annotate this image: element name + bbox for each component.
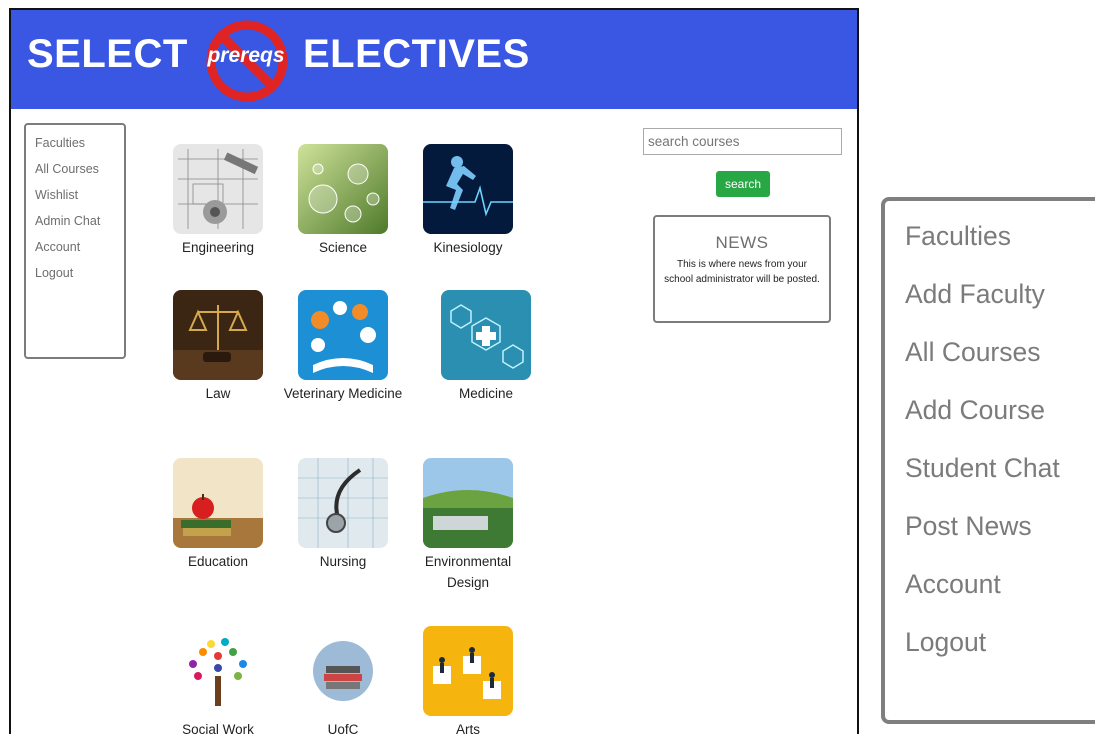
faculty-tile-environmental-design[interactable]: Environmental Design	[403, 458, 533, 593]
medical-hexagon-icon	[441, 290, 531, 380]
faculty-tile-science[interactable]: Science	[278, 144, 408, 258]
faculty-tile-social-work[interactable]: Social Work	[153, 626, 283, 734]
faculty-tile-kinesiology[interactable]: Kinesiology	[403, 144, 533, 258]
sidebar-item-all-courses[interactable]: All Courses	[26, 156, 124, 182]
faculty-tile-medicine[interactable]: Medicine	[421, 290, 551, 404]
stethoscope-icon	[298, 458, 388, 548]
news-title: NEWS	[715, 233, 769, 252]
admin-item-logout[interactable]: Logout	[885, 613, 1095, 671]
faculty-tile-education[interactable]: Education	[153, 458, 283, 572]
sidebar-item-faculties[interactable]: Faculties	[26, 130, 124, 156]
search-input[interactable]	[643, 128, 842, 155]
admin-item-all-courses[interactable]: All Courses	[885, 323, 1095, 381]
blueprint-icon	[173, 144, 263, 234]
sidebar-item-logout[interactable]: Logout	[26, 260, 124, 286]
faculty-label: UofC	[327, 722, 359, 734]
faculty-label: Education	[187, 554, 249, 569]
header-banner: SELECT prereqs ELECTIVES	[11, 10, 857, 109]
admin-item-student-chat[interactable]: Student Chat	[885, 439, 1095, 497]
banner-title-right: ELECTIVES	[303, 32, 530, 76]
faculty-tile-law[interactable]: Law	[153, 290, 283, 404]
faculty-label: Veterinary Medicine	[283, 386, 403, 401]
sidebar-item-admin-chat[interactable]: Admin Chat	[26, 208, 124, 234]
admin-item-add-faculty[interactable]: Add Faculty	[885, 265, 1095, 323]
sidebar-nav: Faculties All Courses Wishlist Admin Cha…	[24, 123, 126, 359]
faculty-label: Arts	[455, 722, 480, 734]
logo-word: prereqs	[207, 44, 285, 67]
admin-item-faculties[interactable]: Faculties	[885, 207, 1095, 265]
apple-books-icon	[173, 458, 263, 548]
admin-item-add-course[interactable]: Add Course	[885, 381, 1095, 439]
puzzle-people-icon	[423, 626, 513, 716]
book-stack-icon	[298, 626, 388, 716]
faculty-label: Nursing	[319, 554, 367, 569]
faculty-label: Environmental Design	[424, 554, 512, 590]
scales-icon	[173, 290, 263, 380]
faculty-label: Law	[205, 386, 231, 401]
admin-item-post-news[interactable]: Post News	[885, 497, 1095, 555]
banner-title-left: SELECT	[27, 32, 188, 76]
admin-item-account[interactable]: Account	[885, 555, 1095, 613]
faculty-label: Engineering	[181, 240, 255, 255]
runner-icon	[423, 144, 513, 234]
faculty-label: Social Work	[182, 722, 254, 734]
faculty-tile-nursing[interactable]: Nursing	[278, 458, 408, 572]
faculty-tile-engineering[interactable]: Engineering	[153, 144, 283, 258]
bubbles-icon	[298, 144, 388, 234]
faculty-tile-arts[interactable]: Arts	[403, 626, 533, 734]
faculty-tile-veterinary-medicine[interactable]: Veterinary Medicine	[278, 290, 408, 404]
faculty-label: Kinesiology	[433, 240, 503, 255]
admin-sidebar-nav: Faculties Add Faculty All Courses Add Co…	[881, 197, 1095, 724]
student-page: SELECT prereqs ELECTIVES Faculties All C…	[9, 8, 859, 734]
green-roof-icon	[423, 458, 513, 548]
vet-book-icon	[298, 290, 388, 380]
faculty-tile-uofc[interactable]: UofC	[278, 626, 408, 734]
news-panel: NEWS This is where news from your school…	[653, 215, 831, 323]
search-button[interactable]: search	[716, 171, 770, 197]
faculty-label: Medicine	[458, 386, 514, 401]
hand-tree-icon	[173, 626, 263, 716]
news-body: This is where news from your school admi…	[664, 259, 820, 285]
sidebar-item-account[interactable]: Account	[26, 234, 124, 260]
sidebar-item-wishlist[interactable]: Wishlist	[26, 182, 124, 208]
faculty-label: Science	[318, 240, 368, 255]
